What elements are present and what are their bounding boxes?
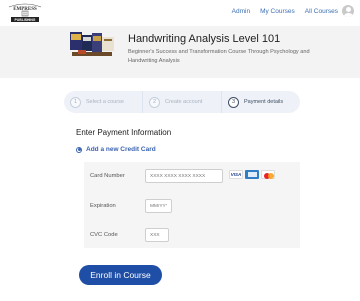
visa-icon: VISA [229,170,243,179]
amex-icon [245,170,259,179]
payment-heading: Enter Payment Information [76,128,172,137]
card-number-label: Card Number [90,173,125,179]
empress-publishing-logo[interactable]: EMPRESS PUBLISHING [7,2,43,24]
step-number: 2 [149,96,160,108]
svg-text:PUBLISHING: PUBLISHING [15,18,36,22]
nav-links: Admin My Courses All Courses [222,8,338,15]
expiration-label: Expiration [90,203,116,209]
expiration-input[interactable] [145,199,172,213]
new-card-option[interactable]: Add a new Credit Card [76,146,156,153]
step-select-course: 1 Select a course [64,96,142,108]
step-label: Create account [165,99,203,105]
course-title: Handwriting Analysis Level 101 [128,33,281,45]
cvc-label: CVC Code [90,232,118,238]
card-number-input[interactable] [145,169,223,183]
step-number: 1 [70,96,81,108]
step-payment-details: 3 Payment details [222,96,300,108]
radio-selected-icon[interactable] [76,146,82,153]
accepted-cards: VISA [229,170,275,179]
user-avatar-icon[interactable] [342,5,354,17]
step-label: Select a course [86,99,124,105]
step-number: 3 [228,96,239,108]
course-cover-image [68,30,116,58]
step-label: Payment details [244,99,284,105]
nav-link-my-courses[interactable]: My Courses [260,8,295,15]
credit-card-form: Card Number VISA Expiration CVC Code [84,162,300,248]
nav-link-admin[interactable]: Admin [232,8,250,15]
cvc-input[interactable] [145,228,169,242]
nav-link-all-courses[interactable]: All Courses [305,8,338,15]
new-card-option-label[interactable]: Add a new Credit Card [86,146,156,153]
step-create-account: 2 Create account [143,96,221,108]
top-nav: EMPRESS PUBLISHING Admin My Courses All … [0,0,360,26]
checkout-steps: 1 Select a course 2 Create account 3 Pay… [64,91,300,113]
mastercard-icon [261,170,275,179]
course-banner: Handwriting Analysis Level 101 Beginner'… [0,26,360,78]
course-description: Beginner's Success and Transformation Co… [128,49,310,64]
enroll-button[interactable]: Enroll in Course [79,265,162,285]
